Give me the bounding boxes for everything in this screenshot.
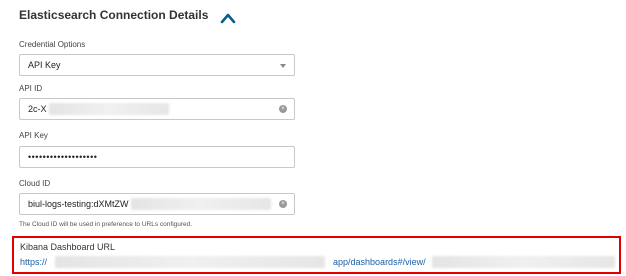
credential-options-label: Credential Options bbox=[19, 40, 86, 49]
api-key-input[interactable]: ••••••••••••••••••• bbox=[19, 146, 295, 168]
kibana-url-link[interactable]: https:// app/dashboards#/view/ bbox=[20, 255, 615, 269]
caret-down-icon bbox=[280, 64, 286, 68]
api-key-label: API Key bbox=[19, 131, 48, 140]
credential-options-select[interactable]: API Key bbox=[19, 54, 295, 76]
connection-details-panel: Elasticsearch Connection Details Credent… bbox=[0, 0, 626, 276]
clear-icon[interactable]: × bbox=[279, 105, 287, 113]
cloud-id-label: Cloud ID bbox=[19, 179, 51, 188]
redacted-value bbox=[48, 103, 169, 115]
api-key-value: ••••••••••••••••••• bbox=[28, 152, 98, 162]
section-title: Elasticsearch Connection Details bbox=[19, 8, 209, 22]
redacted-host bbox=[55, 256, 326, 268]
kibana-url-prefix: https:// bbox=[20, 257, 48, 267]
cloud-id-helper-text: The Cloud ID will be used in preference … bbox=[19, 221, 193, 228]
kibana-url-highlight: Kibana Dashboard URL https:// app/dashbo… bbox=[12, 236, 621, 274]
api-id-input[interactable]: 2c-X × bbox=[19, 98, 295, 120]
clear-icon[interactable]: × bbox=[279, 200, 287, 208]
api-id-label: API ID bbox=[19, 84, 43, 93]
credential-options-value: API Key bbox=[28, 60, 61, 70]
redacted-value bbox=[130, 198, 271, 210]
section-header: Elasticsearch Connection Details bbox=[19, 6, 236, 24]
kibana-url-label: Kibana Dashboard URL bbox=[20, 242, 116, 252]
chevron-up-icon[interactable] bbox=[220, 12, 236, 24]
redacted-dashboard-id bbox=[431, 256, 615, 268]
kibana-url-path: app/dashboards#/view/ bbox=[333, 257, 426, 267]
cloud-id-value: biul-logs-testing:dXMtZW bbox=[28, 199, 129, 209]
cloud-id-input[interactable]: biul-logs-testing:dXMtZW × bbox=[19, 193, 295, 215]
api-id-value: 2c-X bbox=[28, 104, 47, 114]
